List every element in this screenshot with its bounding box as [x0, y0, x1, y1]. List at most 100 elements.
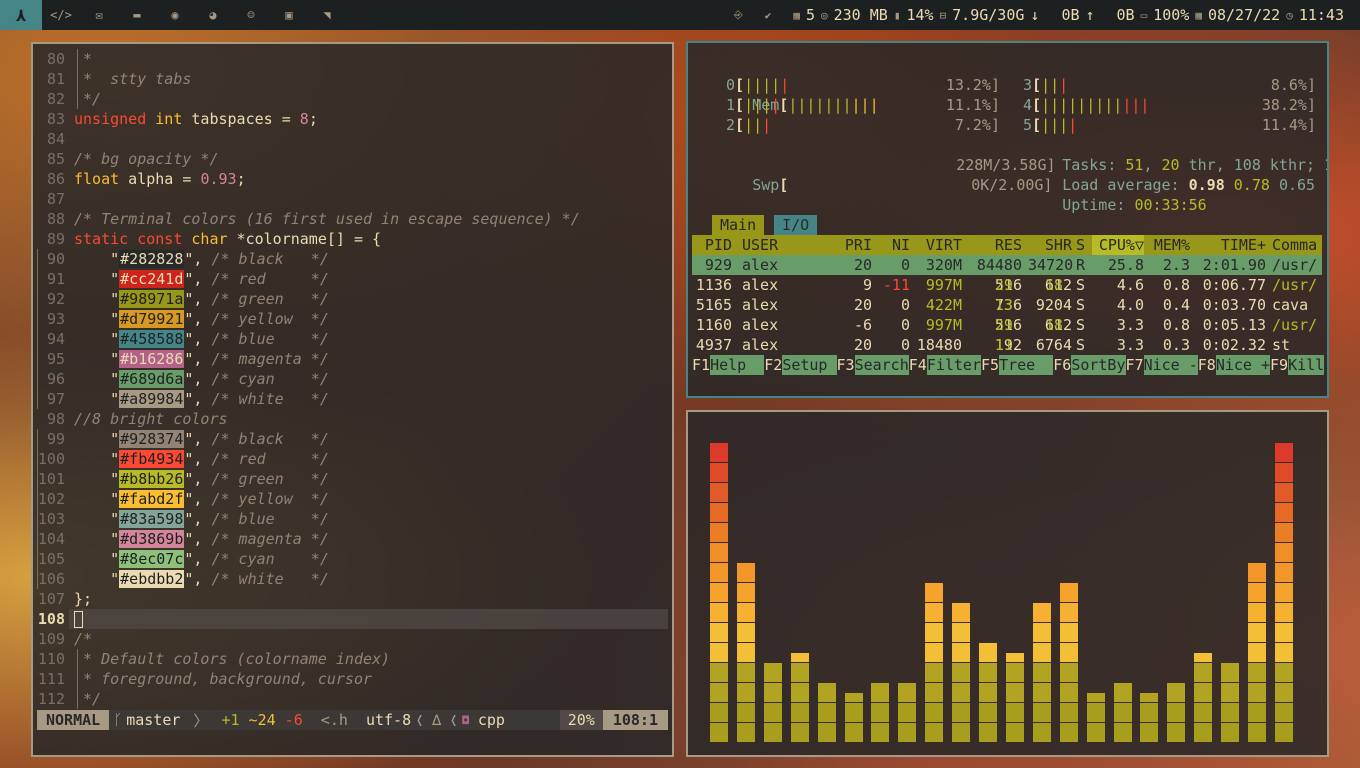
column-header[interactable]: VIRT [914, 235, 962, 255]
editor-line[interactable]: 108 [33, 609, 672, 629]
separator-icon: ❬ [415, 711, 425, 729]
process-row[interactable]: 1136 alex 9 -11 997M 29 516 18 612 S 4.6 0.8 0:06.77… [692, 275, 1322, 295]
cpu-meter: 3[||| [1023, 76, 1069, 94]
git-added: +1 [221, 711, 240, 729]
editor-line[interactable]: 100 "#fb4934", /* red */ [33, 449, 672, 469]
editor-line[interactable]: 99 "#928374", /* black */ [33, 429, 672, 449]
htop-window[interactable]: Mem[|||||||||| 228M/3.58G] Swp[ 0K/2.00G… [686, 41, 1329, 398]
arch-logo-icon[interactable]: ⋏ [0, 0, 42, 30]
upload-arrow-icon: ↑ [1085, 6, 1095, 24]
memory-used: 230 MB [833, 6, 888, 24]
visualizer-bar [1221, 662, 1240, 742]
editor-line[interactable]: 91 "#cc241d", /* red */ [33, 269, 672, 289]
column-header[interactable]: NI [874, 235, 910, 255]
process-row[interactable]: 929 alex 20 0 320M 84480 34720 R 25.8 2.3 2:01.90/… [692, 255, 1322, 275]
column-header[interactable]: Comma [1272, 235, 1324, 255]
editor-line[interactable]: 95 "#b16286", /* magenta */ [33, 349, 672, 369]
function-key-bar: F1 Help F2 Setup F3 Search F4 Filter F5 Tree F6… [692, 355, 1325, 375]
rss-icon[interactable]: ◥ [308, 8, 346, 22]
fkey-label[interactable]: Nice - [1143, 355, 1198, 375]
editor-buffer[interactable]: 80 * 81 * stty tabs 82 */83 unsigned int ta… [33, 49, 672, 709]
line-code: "#98971a", /* green */ [74, 290, 329, 308]
discord-icon[interactable]: ◕ [194, 8, 232, 22]
editor-line[interactable]: 106 "#ebdbb2", /* white */ [33, 569, 672, 589]
editor-line[interactable]: 112 */ [33, 689, 672, 709]
editor-line[interactable]: 110 * Default colors (colorname index) [33, 649, 672, 669]
editor-line[interactable]: 105 "#8ec07c", /* cyan */ [33, 549, 672, 569]
github-icon[interactable]: ☺ [232, 8, 270, 22]
git-modified: ~24 [248, 711, 276, 729]
fkey-label[interactable]: Nice + [1215, 355, 1270, 375]
mail-icon[interactable]: ✉ [80, 8, 118, 22]
file-ext: <.h [320, 711, 348, 729]
visualizer-bar [1248, 562, 1266, 742]
editor-line[interactable]: 80 * [33, 49, 672, 69]
tab-io[interactable]: I/O [774, 215, 818, 235]
download-arrow-icon: ↓ [1030, 6, 1040, 24]
line-code: "#a89984", /* white */ [74, 390, 329, 408]
editor-line[interactable]: 93 "#d79921", /* yellow */ [33, 309, 672, 329]
editor-line[interactable]: 90 "#282828", /* black */ [33, 249, 672, 269]
cava-visualizer-window [686, 410, 1329, 757]
fkey-label[interactable]: SortBy [1071, 355, 1126, 375]
tab-main[interactable]: Main [712, 215, 765, 235]
editor-line[interactable]: 107}; [33, 589, 672, 609]
column-header[interactable]: USER [742, 235, 822, 255]
column-header[interactable]: PID [692, 235, 732, 255]
editor-window[interactable]: 80 * 81 * stty tabs 82 */83 unsigned int ta… [31, 42, 674, 757]
process-row[interactable]: 5165 alex 20 0 422M 13 736 9204 S 4.0 0.4 0:03.70 ca… [692, 295, 1322, 315]
editor-line[interactable]: 96 "#689d6a", /* cyan */ [33, 369, 672, 389]
date: 08/27/22 [1207, 6, 1281, 24]
line-number: 82 [46, 90, 65, 108]
editor-line[interactable]: 89 static const char *colorname[] = { [33, 229, 672, 249]
editor-line[interactable]: 102 "#fabd2f", /* yellow */ [33, 489, 672, 509]
editor-line[interactable]: 101 "#b8bb26", /* green */ [33, 469, 672, 489]
column-header[interactable]: PRI [832, 235, 872, 255]
column-header[interactable]: TIME+ [1200, 235, 1266, 255]
editor-line[interactable]: 111 * foreground, background, cursor [33, 669, 672, 689]
line-code: float alpha = 0.93; [74, 170, 246, 188]
editor-line[interactable]: 98 //8 bright colors [33, 409, 672, 429]
column-header[interactable]: MEM% [1148, 235, 1190, 255]
text-cursor [74, 611, 83, 628]
editor-line[interactable]: 86 float alpha = 0.93; [33, 169, 672, 189]
editor-line[interactable]: 109 /* [33, 629, 672, 649]
fkey-label[interactable]: Search [854, 355, 909, 375]
usb-icon: ⎆ [733, 8, 743, 21]
editor-line[interactable]: 84 [33, 129, 672, 149]
eye-icon[interactable]: ◉ [156, 8, 194, 22]
editor-line[interactable]: 87 [33, 189, 672, 209]
editor-line[interactable]: 94 "#458588", /* blue */ [33, 329, 672, 349]
column-header[interactable]: CPU%▽ [1092, 235, 1144, 255]
editor-line[interactable]: 92 "#98971a", /* green */ [33, 289, 672, 309]
folder-icon[interactable]: ▬ [118, 8, 156, 22]
code-icon[interactable]: </> [42, 8, 80, 22]
color-swatch: #fb4934 [119, 450, 185, 468]
editor-line[interactable]: 103 "#83a598", /* blue */ [33, 509, 672, 529]
visualizer-bar [763, 662, 782, 742]
htop[interactable]: Mem[|||||||||| 228M/3.58G] Swp[ 0K/2.00G… [688, 43, 1327, 396]
editor-line[interactable]: 85 /* bg opacity */ [33, 149, 672, 169]
column-header[interactable]: RES [970, 235, 1022, 255]
process-row[interactable]: 4937 alex 20 0 18480 11 192 6764 S 3.3 0.3 0:02.32 s… [692, 335, 1322, 355]
lock-icon[interactable]: ▣ [270, 8, 308, 22]
fkey-label[interactable]: Tree [999, 355, 1054, 375]
fkey-label[interactable]: Setup [782, 355, 837, 375]
editor-line[interactable]: 97 "#a89984", /* white */ [33, 389, 672, 409]
line-number: 87 [46, 190, 65, 208]
editor-line[interactable]: 88 /* Terminal colors (16 first used in e… [33, 209, 672, 229]
fkey-label[interactable]: Help [710, 355, 765, 375]
fkey-label[interactable]: Filter [926, 355, 981, 375]
editor-line[interactable]: 104 "#d3869b", /* magenta */ [33, 529, 672, 549]
editor-line[interactable]: 81 * stty tabs [33, 69, 672, 89]
color-swatch: #fabd2f [119, 490, 185, 508]
editor-statusline: NORMAL ᚴ master 〉 +1 ~24 -6 <.h utf-8 ❬ … [37, 710, 668, 730]
line-code: /* bg opacity */ [74, 150, 219, 168]
fkey-label[interactable]: Kill [1288, 355, 1325, 375]
process-row[interactable]: 1160 alex -6 0 997M 29 516 18 612 S 3.3 0.8 0:05.13/… [692, 315, 1322, 335]
column-header[interactable]: S [1076, 235, 1092, 255]
column-header[interactable]: SHR [1028, 235, 1072, 255]
editor-line[interactable]: 82 */ [33, 89, 672, 109]
editor-line[interactable]: 83 unsigned int tabspaces = 8; [33, 109, 672, 129]
battery-percent: 100% [1153, 6, 1190, 24]
